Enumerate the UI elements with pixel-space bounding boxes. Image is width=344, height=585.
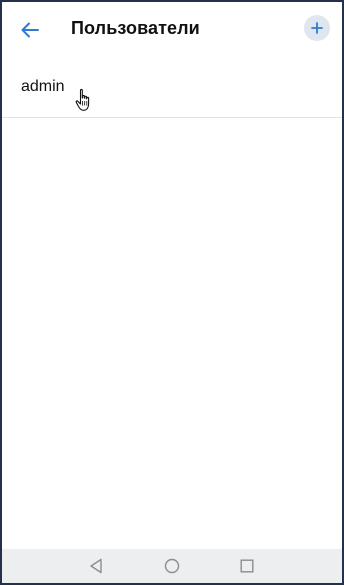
square-recents-icon	[240, 559, 254, 573]
top-app-bar: Пользователи	[2, 2, 342, 58]
plus-icon	[311, 22, 323, 34]
triangle-back-icon	[90, 558, 102, 574]
system-navigation-bar	[2, 549, 342, 583]
system-back-button[interactable]	[86, 556, 106, 576]
system-home-button[interactable]	[162, 556, 182, 576]
user-name: admin	[21, 78, 65, 95]
circle-home-icon	[164, 558, 180, 574]
add-user-button[interactable]	[304, 15, 330, 41]
list-item[interactable]: admin	[2, 58, 342, 118]
hand-pointer-cursor-icon	[75, 88, 90, 111]
back-button[interactable]	[16, 16, 44, 44]
user-list: admin	[2, 58, 342, 118]
arrow-left-icon	[21, 22, 39, 38]
app-window: Пользователи admin	[0, 0, 344, 585]
system-recents-button[interactable]	[237, 556, 257, 576]
page-title: Пользователи	[71, 18, 200, 38]
